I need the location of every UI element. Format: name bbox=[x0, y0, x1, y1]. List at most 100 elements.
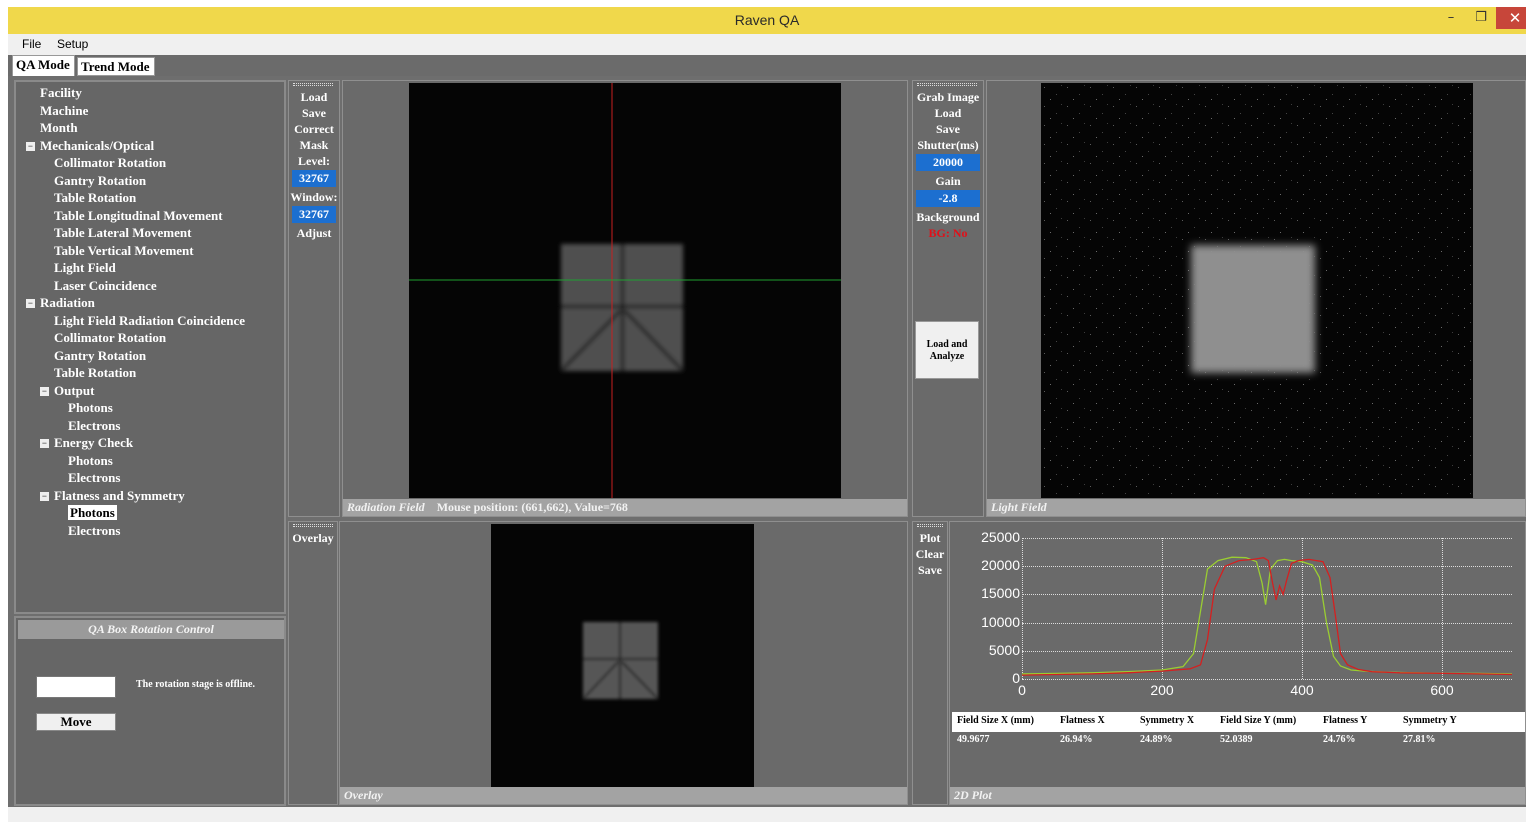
tree-collapse-icon[interactable]: − bbox=[40, 491, 49, 501]
maximize-button[interactable]: ❐ bbox=[1468, 7, 1494, 29]
tree-item-label: Table Lateral Movement bbox=[54, 225, 192, 240]
save-button[interactable]: Save bbox=[289, 106, 339, 121]
tree-item-label: Gantry Rotation bbox=[54, 172, 147, 188]
adjust-button[interactable]: Adjust bbox=[289, 226, 339, 241]
qa-box-rotation-panel: QA Box Rotation Control The rotation sta… bbox=[14, 616, 286, 806]
tree-item[interactable]: − Output bbox=[40, 383, 94, 399]
rotation-angle-input[interactable] bbox=[36, 676, 116, 698]
tree-item[interactable]: Laser Coincidence bbox=[54, 278, 157, 294]
tree-item-label: Photons bbox=[68, 400, 113, 415]
flatness-y-value: 24.76% bbox=[1323, 734, 1356, 745]
tree-collapse-icon[interactable]: − bbox=[26, 299, 35, 308]
load-and-analyze-button[interactable]: Load and Analyze bbox=[915, 321, 979, 379]
radiation-field-svg bbox=[409, 83, 841, 498]
tree-item-label: Photons bbox=[68, 505, 117, 520]
tree-item[interactable]: Photons bbox=[68, 505, 117, 521]
tree-item[interactable]: Table Rotation bbox=[54, 190, 136, 206]
toolbar-grip[interactable] bbox=[293, 524, 333, 527]
tree-item-label: Energy Check bbox=[54, 435, 134, 450]
tree-item[interactable]: Table Longitudinal Movement bbox=[54, 208, 223, 224]
radiation-field-title: Radiation Field bbox=[347, 500, 425, 514]
profile-plot-area[interactable] bbox=[1021, 538, 1513, 680]
tree-item-label: Machine bbox=[40, 102, 89, 118]
tree-item[interactable]: Light Field Radiation Coincidence bbox=[54, 313, 245, 329]
tree-item[interactable]: Gantry Rotation bbox=[54, 173, 146, 189]
x-tick-label: 400 bbox=[1290, 682, 1314, 698]
toolbar-grip[interactable] bbox=[293, 83, 333, 86]
tree-item[interactable]: − Radiation bbox=[26, 295, 95, 311]
minimize-button[interactable]: – bbox=[1438, 7, 1464, 29]
radiation-field-view: Radiation Field Mouse position: (661,662)… bbox=[342, 80, 908, 517]
symmetry-y-value: 27.81% bbox=[1403, 734, 1436, 745]
overlay-square bbox=[583, 622, 658, 699]
tree-collapse-icon[interactable]: − bbox=[26, 141, 35, 151]
tree-item[interactable]: Electrons bbox=[68, 418, 120, 434]
tree-item-label: Light Field bbox=[54, 260, 116, 275]
tree-item[interactable]: Facility bbox=[40, 85, 82, 101]
tree-item[interactable]: − Flatness and Symmetry bbox=[40, 488, 185, 504]
light-field-square bbox=[1191, 245, 1315, 373]
plot-button[interactable]: Plot bbox=[913, 531, 947, 546]
tree-item-label: Light Field Radiation Coincidence bbox=[54, 312, 246, 328]
y-tick-label: 10000 bbox=[981, 613, 1020, 630]
tree-item[interactable]: Photons bbox=[68, 400, 113, 416]
title-bar: Raven QA – ❐ ✕ bbox=[8, 7, 1526, 34]
tree-item[interactable]: Electrons bbox=[68, 470, 120, 486]
grab-image-button[interactable]: Grab Image bbox=[913, 90, 983, 105]
tree-item[interactable]: Electrons bbox=[68, 523, 120, 539]
tree-collapse-icon[interactable]: − bbox=[40, 386, 49, 396]
close-button[interactable]: ✕ bbox=[1496, 7, 1526, 29]
mask-button[interactable]: Mask bbox=[289, 138, 339, 153]
gain-input[interactable]: -2.8 bbox=[916, 190, 980, 207]
move-button[interactable]: Move bbox=[36, 713, 116, 731]
y-tick-label: 20000 bbox=[981, 557, 1020, 574]
tree-item-label: Table Vertical Movement bbox=[54, 242, 194, 258]
shutter-input[interactable]: 20000 bbox=[916, 154, 980, 171]
tree-item[interactable]: Photons bbox=[68, 453, 113, 469]
tree-item[interactable]: Machine bbox=[40, 103, 88, 119]
menu-setup[interactable]: Setup bbox=[57, 37, 88, 51]
tree-item-label: Flatness and Symmetry bbox=[54, 487, 185, 503]
tree-collapse-icon[interactable]: − bbox=[40, 439, 49, 448]
background-status: BG: No bbox=[928, 226, 968, 240]
y-tick-label: 15000 bbox=[981, 585, 1020, 602]
radiation-field-image[interactable] bbox=[409, 83, 841, 498]
light-field-view: Light Field bbox=[986, 80, 1526, 517]
light-field-image[interactable] bbox=[1041, 83, 1473, 498]
tree-item[interactable]: Gantry Rotation bbox=[54, 348, 146, 364]
field-size-y-value: 52.0389 bbox=[1220, 734, 1253, 745]
tree-item[interactable]: − Mechanicals/Optical bbox=[26, 138, 154, 154]
tree-item[interactable]: Light Field bbox=[54, 260, 116, 276]
load-button[interactable]: Load bbox=[913, 106, 983, 121]
tree-item[interactable]: Month bbox=[40, 120, 78, 136]
tree-item[interactable]: Table Rotation bbox=[54, 365, 136, 381]
background-button[interactable]: Background bbox=[913, 210, 983, 225]
tab-qa-mode[interactable]: QA Mode bbox=[12, 55, 75, 76]
tree-item-label: Month bbox=[40, 120, 78, 135]
tree-item-label: Collimator Rotation bbox=[54, 330, 167, 345]
overlay-toolbar: Overlay bbox=[288, 521, 338, 805]
clear-button[interactable]: Clear bbox=[913, 547, 947, 562]
light-field-svg bbox=[1041, 83, 1473, 498]
load-button[interactable]: Load bbox=[289, 90, 339, 105]
tree-item[interactable]: Table Lateral Movement bbox=[54, 225, 191, 241]
save-button[interactable]: Save bbox=[913, 563, 947, 578]
tree-item[interactable]: Collimator Rotation bbox=[54, 155, 166, 171]
toolbar-grip[interactable] bbox=[917, 83, 977, 86]
qa-box-header: QA Box Rotation Control bbox=[18, 620, 284, 639]
tab-trend-mode[interactable]: Trend Mode bbox=[77, 57, 155, 76]
results-value-row: 49.9677 26.94% 24.89% 52.0389 24.76% 27.… bbox=[952, 712, 1525, 752]
overlay-image[interactable] bbox=[491, 524, 754, 787]
level-input[interactable]: 32767 bbox=[292, 170, 336, 187]
tree-item[interactable]: Collimator Rotation bbox=[54, 330, 166, 346]
correct-button[interactable]: Correct bbox=[289, 122, 339, 137]
overlay-button[interactable]: Overlay bbox=[289, 531, 337, 546]
window-input[interactable]: 32767 bbox=[292, 206, 336, 223]
overlay-view: Overlay bbox=[339, 521, 908, 805]
tree-item[interactable]: Table Vertical Movement bbox=[54, 243, 194, 259]
menu-file[interactable]: File bbox=[22, 37, 41, 51]
tree-item[interactable]: − Energy Check bbox=[40, 435, 133, 451]
save-button[interactable]: Save bbox=[913, 122, 983, 137]
window-label: Window: bbox=[290, 190, 338, 204]
toolbar-grip[interactable] bbox=[917, 524, 943, 527]
